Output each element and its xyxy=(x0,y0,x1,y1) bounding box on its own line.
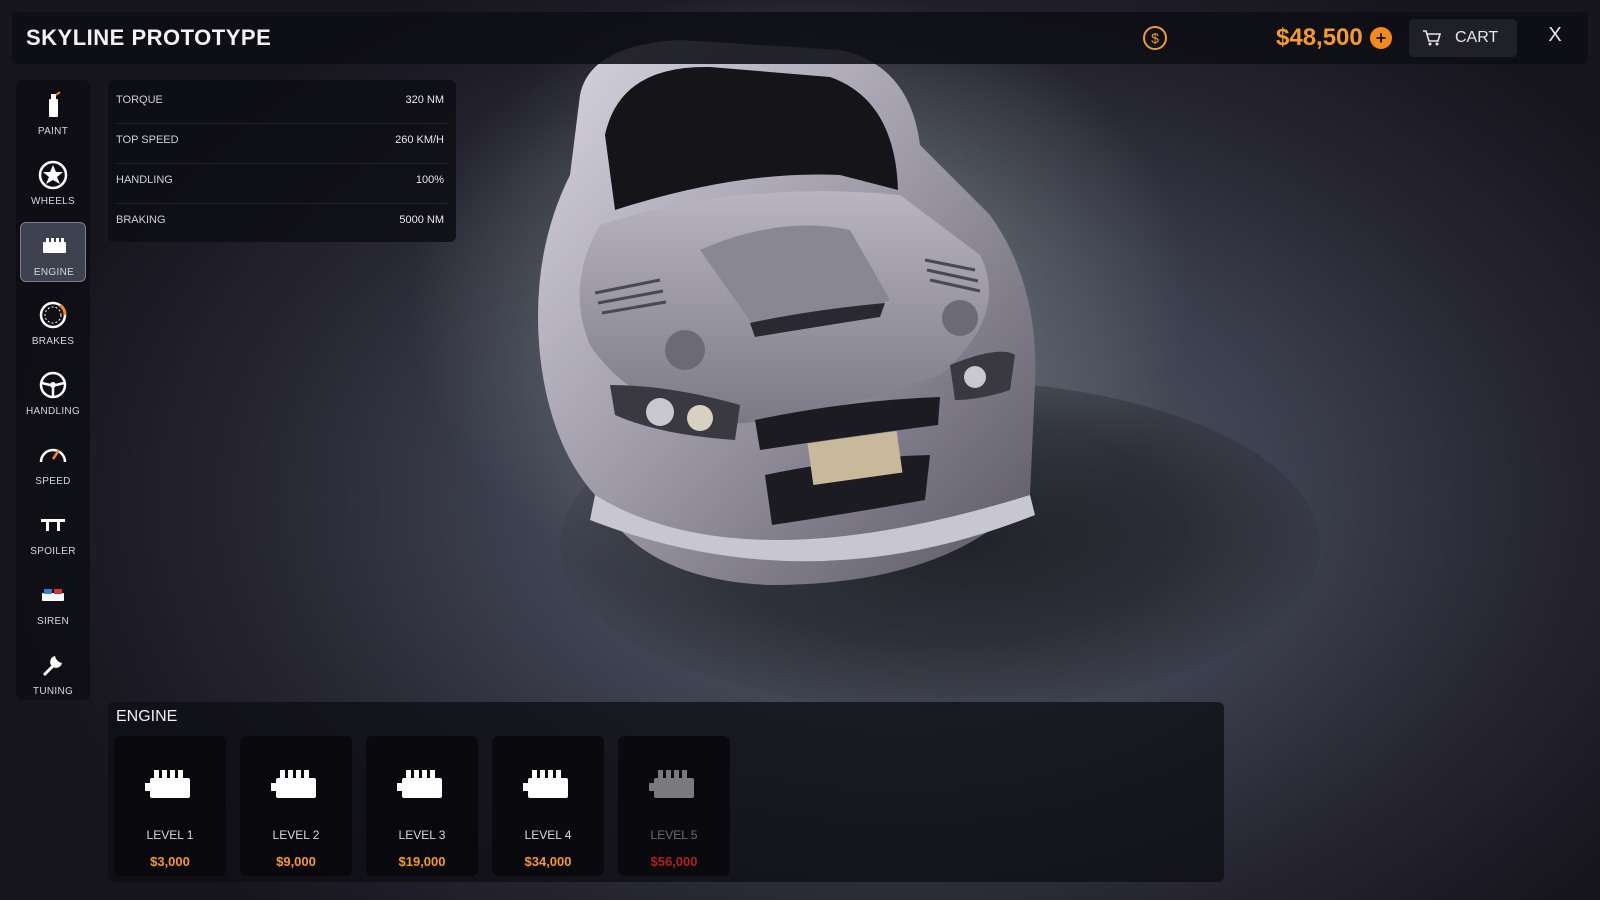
spray-can-icon xyxy=(49,91,61,117)
sidebar-item-paint[interactable]: PAINT xyxy=(20,82,86,142)
upgrade-card-level-5[interactable]: LEVEL 5 $56,000 xyxy=(618,736,730,876)
sidebar-label: HANDLING xyxy=(25,406,81,417)
sidebar-label: SPOILER xyxy=(30,546,76,557)
dollar-coin-icon[interactable]: $ xyxy=(1142,25,1168,51)
stat-row-handling: HANDLING 100% xyxy=(116,164,448,204)
sidebar-item-handling[interactable]: HANDLING xyxy=(20,362,86,422)
sidebar-label: SPEED xyxy=(35,476,71,487)
upgrade-price: $9,000 xyxy=(276,854,316,869)
close-button[interactable]: X xyxy=(1542,24,1568,50)
upgrade-level: LEVEL 1 xyxy=(146,828,194,842)
balance-amount: $48,500 xyxy=(1276,24,1363,51)
upgrade-price: $56,000 xyxy=(650,854,698,869)
upgrade-price: $34,000 xyxy=(524,854,572,869)
stat-row-torque: TORQUE 320 NM xyxy=(116,84,448,124)
sidebar-item-wheels[interactable]: WHEELS xyxy=(20,152,86,212)
stat-value: 260 KM/H xyxy=(395,134,444,146)
engine-icon xyxy=(43,238,66,253)
car-preview xyxy=(538,40,1036,585)
cart-button[interactable]: CART xyxy=(1409,19,1517,57)
stat-value: 5000 NM xyxy=(399,214,444,226)
engine-icon xyxy=(397,770,442,798)
cart-label: CART xyxy=(1455,29,1499,46)
stat-row-top-speed: TOP SPEED 260 KM/H xyxy=(116,124,448,164)
spoiler-icon xyxy=(41,519,65,531)
upgrade-level: LEVEL 3 xyxy=(398,828,446,842)
sidebar-label: WHEELS xyxy=(30,196,76,207)
engine-icon xyxy=(523,770,568,798)
sidebar-label: BRAKES xyxy=(31,336,75,347)
stats-panel: TORQUE 320 NM TOP SPEED 260 KM/H HANDLIN… xyxy=(108,80,456,242)
stat-value: 100% xyxy=(415,174,444,186)
wheel-icon xyxy=(38,160,68,190)
upgrade-price: $19,000 xyxy=(398,854,446,869)
page-title: SKYLINE PROTOTYPE xyxy=(26,25,272,50)
upgrade-level: LEVEL 5 xyxy=(650,828,698,842)
top-bar: SKYLINE PROTOTYPE $ $48,500 + CART X xyxy=(12,12,1588,64)
sidebar-item-siren[interactable]: SIREN xyxy=(20,572,86,632)
stat-label: BRAKING xyxy=(116,214,166,226)
stat-label: TOP SPEED xyxy=(116,134,179,146)
upgrade-panel-title: ENGINE xyxy=(116,708,178,725)
svg-text:$: $ xyxy=(1151,30,1159,46)
sidebar-item-brakes[interactable]: BRAKES xyxy=(20,292,86,352)
upgrade-card-level-1[interactable]: LEVEL 1 $3,000 xyxy=(114,736,226,876)
sidebar-item-engine[interactable]: ENGINE xyxy=(20,222,86,282)
sidebar-label: ENGINE xyxy=(33,267,75,278)
upgrade-card-level-4[interactable]: LEVEL 4 $34,000 xyxy=(492,736,604,876)
siren-icon xyxy=(42,589,64,601)
stat-label: HANDLING xyxy=(116,174,173,186)
cart-icon xyxy=(1423,30,1442,46)
upgrade-price: $3,000 xyxy=(150,854,190,869)
category-sidebar: PAINT WHEELS ENGINE BRAKES HANDLING SPEE… xyxy=(16,80,90,700)
engine-icon xyxy=(649,770,694,798)
upgrade-level: LEVEL 4 xyxy=(524,828,572,842)
sidebar-item-spoiler[interactable]: SPOILER xyxy=(20,502,86,562)
sidebar-item-tuning[interactable]: TUNING xyxy=(20,642,86,702)
wrench-icon xyxy=(42,656,62,677)
stat-row-braking: BRAKING 5000 NM xyxy=(116,204,448,244)
brake-disc-icon xyxy=(39,301,67,329)
upgrade-panel: ENGINE LEVEL 1 $3,000 LEVEL 2 $9,000 LEV… xyxy=(108,702,1224,882)
sidebar-label: PAINT xyxy=(37,126,69,137)
sidebar-item-speed[interactable]: SPEED xyxy=(20,432,86,492)
sidebar-label: SIREN xyxy=(36,616,70,627)
upgrade-level: LEVEL 2 xyxy=(272,828,320,842)
stat-label: TORQUE xyxy=(116,94,163,106)
speedometer-icon xyxy=(39,448,67,463)
stat-value: 320 NM xyxy=(405,94,444,106)
engine-icon xyxy=(271,770,316,798)
steering-wheel-icon xyxy=(39,371,67,399)
upgrade-card-level-3[interactable]: LEVEL 3 $19,000 xyxy=(366,736,478,876)
sidebar-label: TUNING xyxy=(32,686,74,697)
upgrade-card-level-2[interactable]: LEVEL 2 $9,000 xyxy=(240,736,352,876)
engine-icon xyxy=(145,770,190,798)
add-funds-button[interactable]: + xyxy=(1370,27,1392,49)
